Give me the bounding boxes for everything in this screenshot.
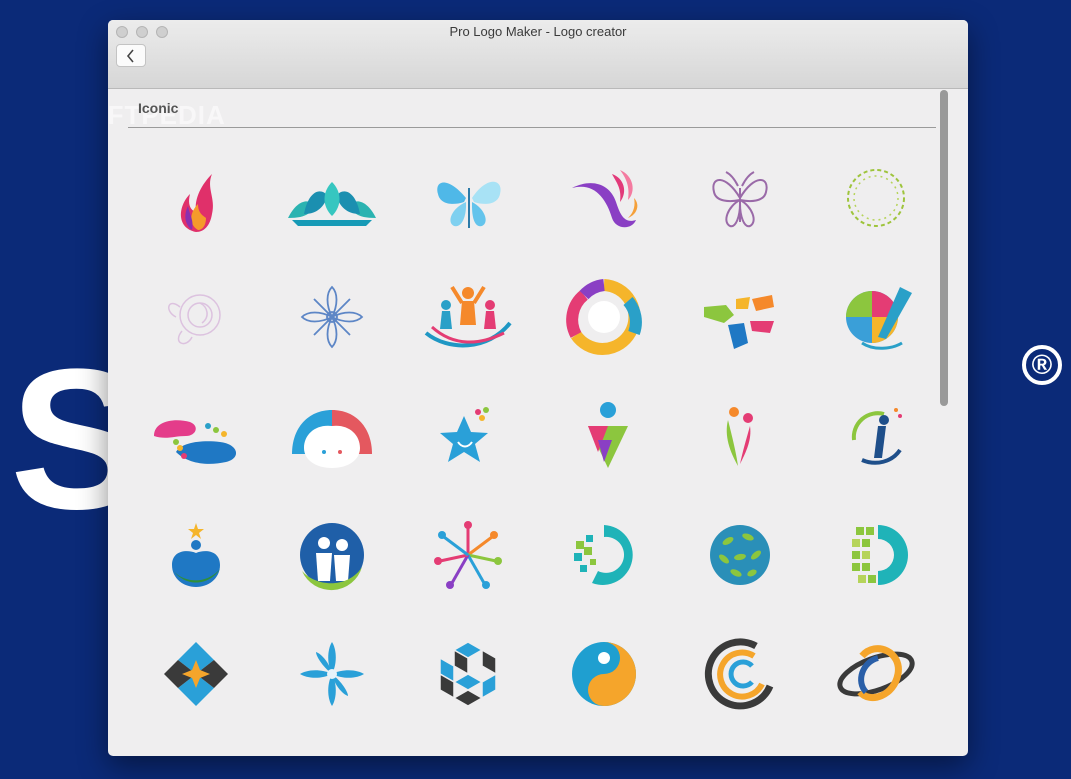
yin-swirl-icon xyxy=(572,642,636,706)
orbit-icon xyxy=(837,645,915,701)
logo-tile[interactable] xyxy=(138,624,254,724)
person-triangle-icon xyxy=(588,402,628,468)
wave-swirl-icon xyxy=(572,170,638,228)
logo-tile[interactable] xyxy=(546,267,662,367)
app-window: Pro Logo Maker - Logo creator SOFTPEDIA … xyxy=(108,20,968,756)
logo-tile[interactable] xyxy=(274,505,390,605)
section-title: Iconic xyxy=(138,100,179,116)
logo-tile[interactable] xyxy=(546,624,662,724)
logo-tile[interactable] xyxy=(546,386,662,486)
paint-globe-icon xyxy=(846,287,912,350)
back-button[interactable] xyxy=(116,44,146,67)
family-circle-icon xyxy=(300,523,364,591)
logo-tile[interactable] xyxy=(138,386,254,486)
logo-tile[interactable] xyxy=(682,624,798,724)
leaf-sphere-icon xyxy=(710,525,770,585)
logo-tile[interactable] xyxy=(682,386,798,486)
pixel-circle-icon xyxy=(574,525,633,585)
rose-outline-icon xyxy=(168,294,221,345)
rainbow-face-icon xyxy=(566,279,642,355)
team-circle-icon xyxy=(434,521,502,589)
blue-butterfly-icon xyxy=(437,181,501,228)
flower-star-icon xyxy=(300,642,364,706)
logo-tile[interactable] xyxy=(274,148,390,248)
outline-butterfly-icon xyxy=(712,171,768,228)
window-title: Pro Logo Maker - Logo creator xyxy=(449,24,627,39)
logo-tile[interactable] xyxy=(410,267,526,367)
logo-tile[interactable] xyxy=(682,148,798,248)
logo-tile[interactable] xyxy=(818,505,934,605)
logo-tile[interactable] xyxy=(274,267,390,367)
logo-tile[interactable] xyxy=(546,505,662,605)
logo-tile[interactable] xyxy=(274,386,390,486)
logo-tile[interactable] xyxy=(274,624,390,724)
chevron-left-icon xyxy=(126,48,134,63)
feet-icon xyxy=(154,420,237,464)
logo-tile[interactable] xyxy=(818,148,934,248)
cube-hex-icon xyxy=(439,641,497,707)
logo-tile[interactable] xyxy=(410,386,526,486)
star-face-icon xyxy=(440,407,489,462)
logo-grid xyxy=(138,148,918,724)
leaf-wreath-icon xyxy=(847,169,905,227)
diamond-star-icon xyxy=(164,642,228,706)
people-cheer-icon xyxy=(424,285,512,348)
vertical-scrollbar[interactable] xyxy=(940,90,948,406)
mandala-icon xyxy=(300,285,364,349)
lotus-icon xyxy=(288,182,376,226)
swoosh-person-icon xyxy=(851,408,902,465)
logo-tile[interactable] xyxy=(546,148,662,248)
section-divider xyxy=(128,127,936,128)
logo-tile[interactable] xyxy=(682,267,798,367)
logo-tile[interactable] xyxy=(138,267,254,367)
logo-tile[interactable] xyxy=(410,624,526,724)
star-person-icon xyxy=(172,523,220,587)
pixel-letter-icon xyxy=(852,525,908,585)
logo-tile[interactable] xyxy=(138,148,254,248)
titlebar: Pro Logo Maker - Logo creator xyxy=(108,20,968,89)
logo-tile[interactable] xyxy=(410,148,526,248)
hair-face-icon xyxy=(292,410,372,468)
ring-swirl-icon xyxy=(704,638,774,710)
logo-tile[interactable] xyxy=(682,505,798,605)
logo-tile[interactable] xyxy=(410,505,526,605)
logo-tile[interactable] xyxy=(138,505,254,605)
hands-icon xyxy=(704,295,774,349)
flame-icon xyxy=(180,174,213,232)
registered-mark: ® xyxy=(1022,345,1062,385)
logo-tile[interactable] xyxy=(818,386,934,486)
logo-tile[interactable] xyxy=(818,267,934,367)
two-people-icon xyxy=(726,407,753,466)
logo-tile[interactable] xyxy=(818,624,934,724)
